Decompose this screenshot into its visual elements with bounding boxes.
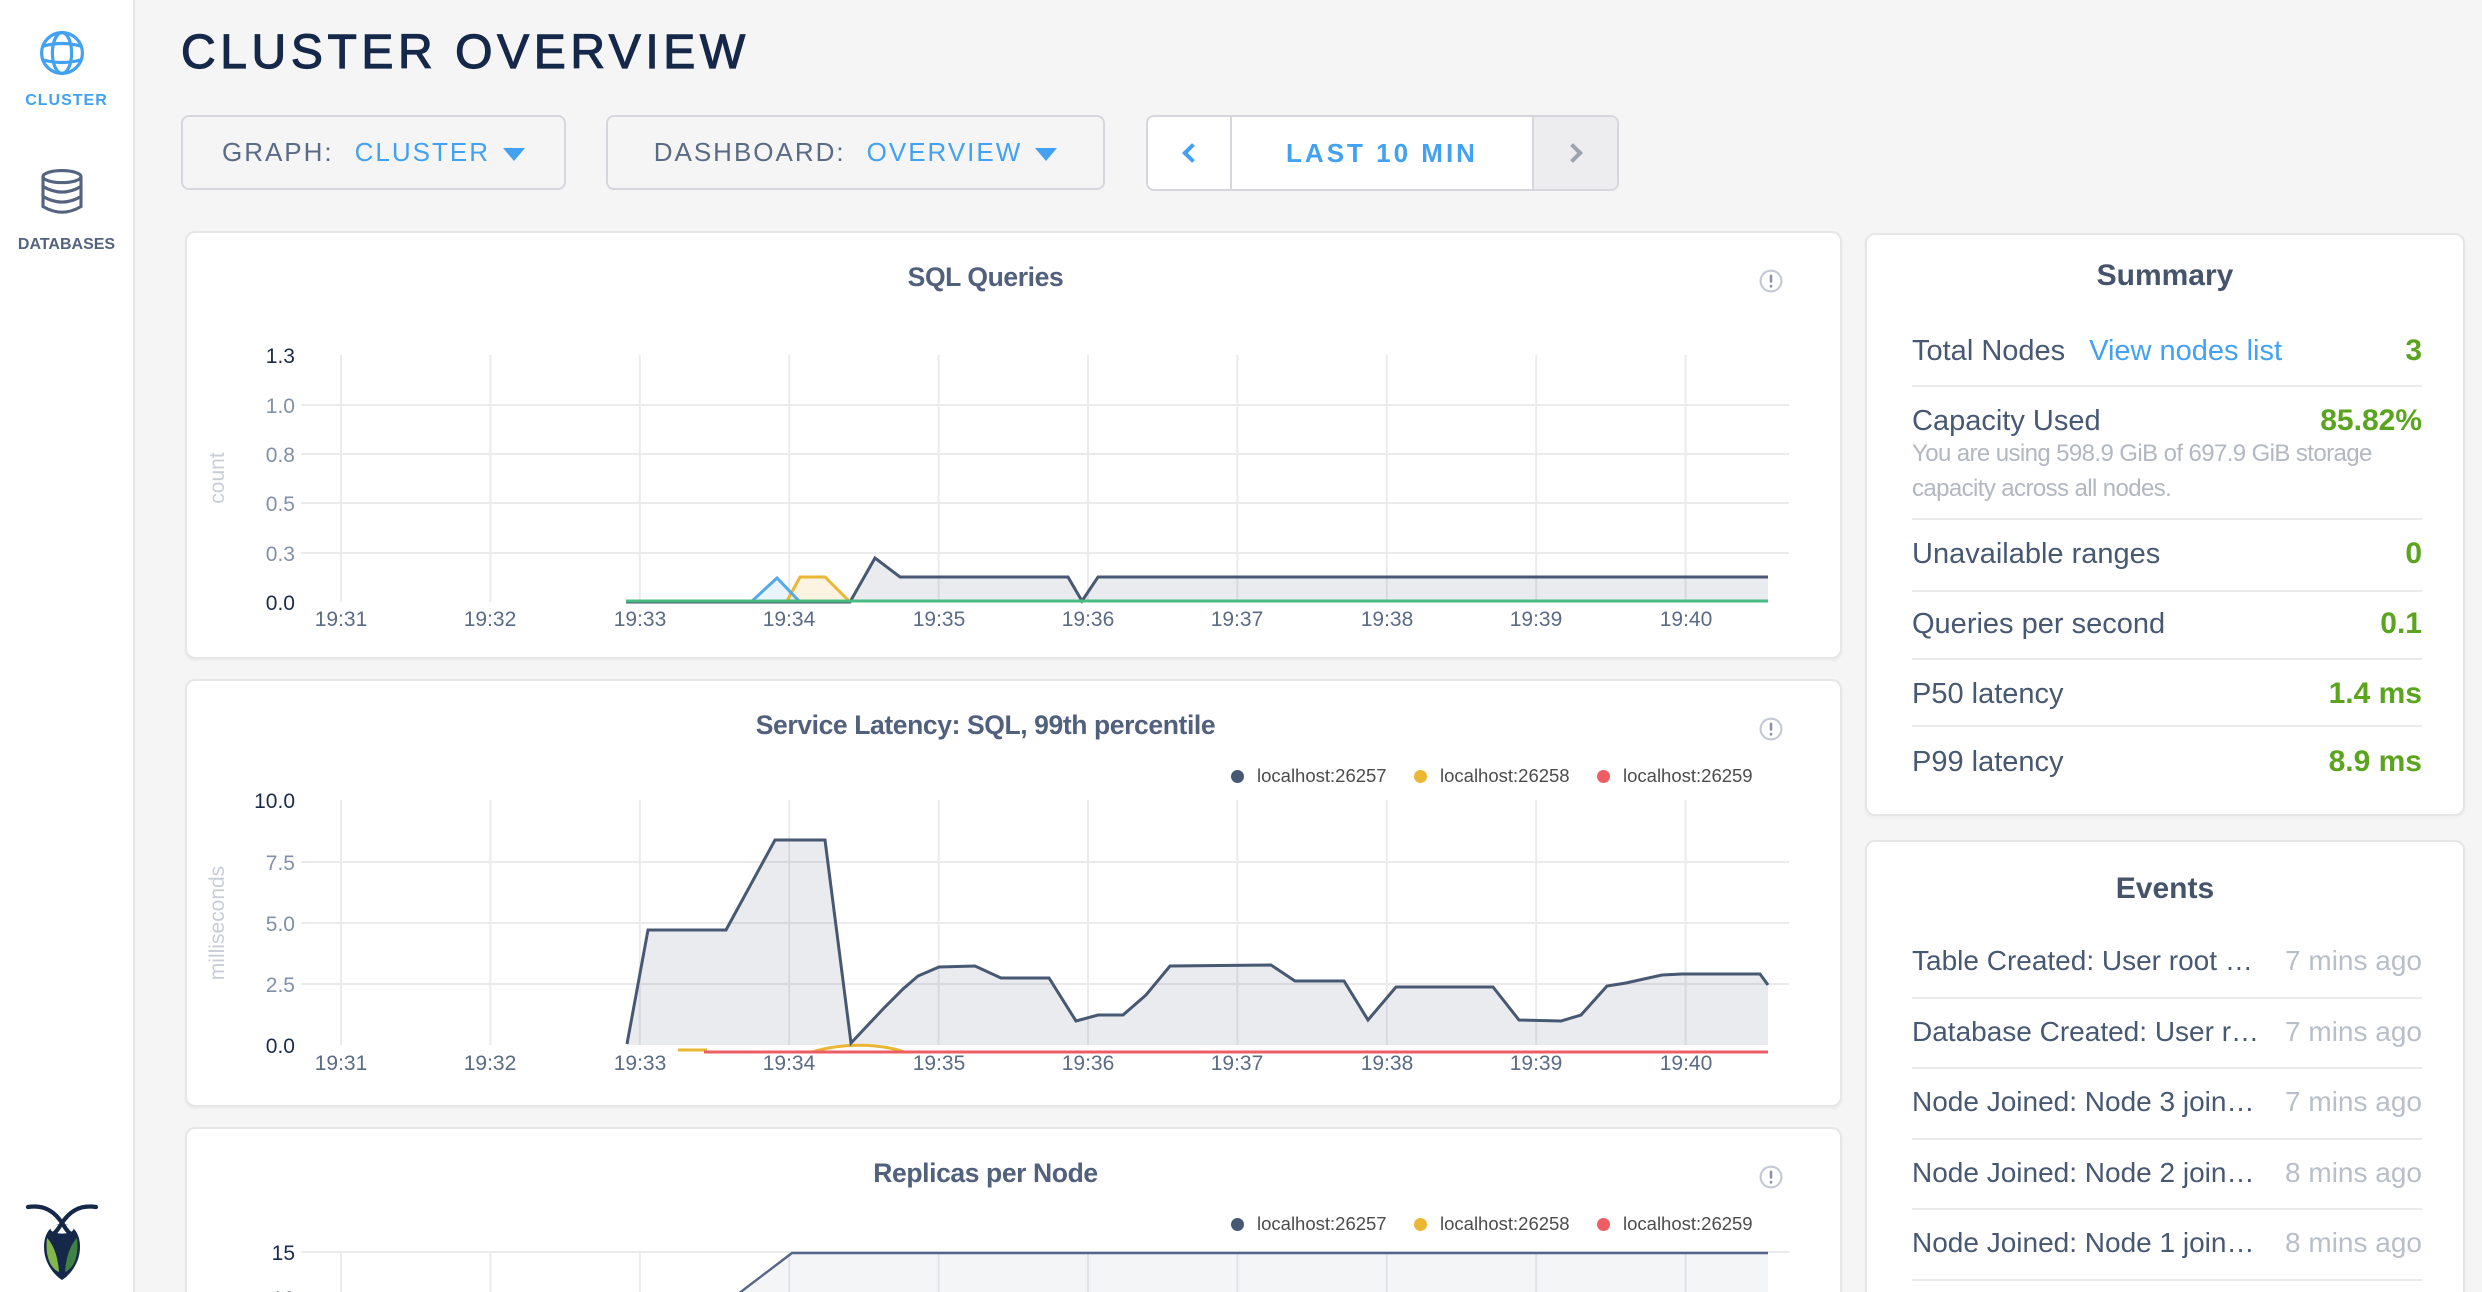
svg-text:19:35: 19:35 (913, 1052, 966, 1075)
svg-text:10: 10 (272, 1288, 295, 1292)
svg-text:2.5: 2.5 (266, 974, 295, 997)
svg-text:19:36: 19:36 (1062, 1052, 1115, 1075)
svg-text:19:36: 19:36 (1062, 608, 1115, 631)
svg-text:19:33: 19:33 (614, 608, 667, 631)
svg-text:19:33: 19:33 (614, 1052, 667, 1075)
svg-text:1.0: 1.0 (266, 395, 295, 418)
svg-text:19:32: 19:32 (464, 1052, 517, 1075)
svg-text:19:39: 19:39 (1510, 608, 1563, 631)
svg-text:19:40: 19:40 (1660, 1052, 1713, 1075)
svg-text:15: 15 (272, 1242, 295, 1265)
svg-text:0.0: 0.0 (266, 592, 295, 615)
svg-text:milliseconds: milliseconds (206, 866, 229, 980)
svg-text:7.5: 7.5 (266, 852, 295, 875)
svg-text:19:37: 19:37 (1211, 1052, 1264, 1075)
svg-text:19:39: 19:39 (1510, 1052, 1563, 1075)
svg-text:19:34: 19:34 (763, 1052, 816, 1075)
svg-text:19:37: 19:37 (1211, 608, 1264, 631)
svg-text:19:35: 19:35 (913, 608, 966, 631)
svg-text:19:40: 19:40 (1660, 608, 1713, 631)
svg-text:19:31: 19:31 (315, 608, 368, 631)
svg-text:19:31: 19:31 (315, 1052, 368, 1075)
svg-text:0.5: 0.5 (266, 493, 295, 516)
svg-text:1.3: 1.3 (266, 345, 295, 368)
svg-text:5.0: 5.0 (266, 913, 295, 936)
svg-text:19:32: 19:32 (464, 608, 517, 631)
svg-text:0.0: 0.0 (266, 1035, 295, 1058)
svg-text:19:38: 19:38 (1361, 1052, 1414, 1075)
svg-text:0.3: 0.3 (266, 543, 295, 566)
svg-text:19:38: 19:38 (1361, 608, 1414, 631)
svg-text:count: count (206, 452, 229, 504)
svg-text:19:34: 19:34 (763, 608, 816, 631)
svg-text:0.8: 0.8 (266, 444, 295, 467)
svg-text:10.0: 10.0 (254, 790, 295, 813)
